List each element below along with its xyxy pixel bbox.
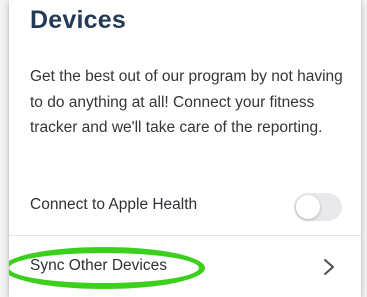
page-title: Devices xyxy=(30,6,126,34)
apple-health-toggle[interactable] xyxy=(294,193,342,221)
apple-health-label: Connect to Apple Health xyxy=(30,196,198,213)
devices-card: Devices Get the best out of our program … xyxy=(9,0,361,297)
apple-health-row: Connect to Apple Health xyxy=(9,183,361,229)
page-description: Get the best out of our program by not h… xyxy=(30,68,343,136)
toggle-knob xyxy=(296,195,320,219)
sync-other-devices-row[interactable]: Sync Other Devices xyxy=(9,244,361,290)
chevron-right-icon xyxy=(324,259,334,275)
row-divider xyxy=(9,235,361,236)
sync-other-devices-label: Sync Other Devices xyxy=(30,257,167,274)
